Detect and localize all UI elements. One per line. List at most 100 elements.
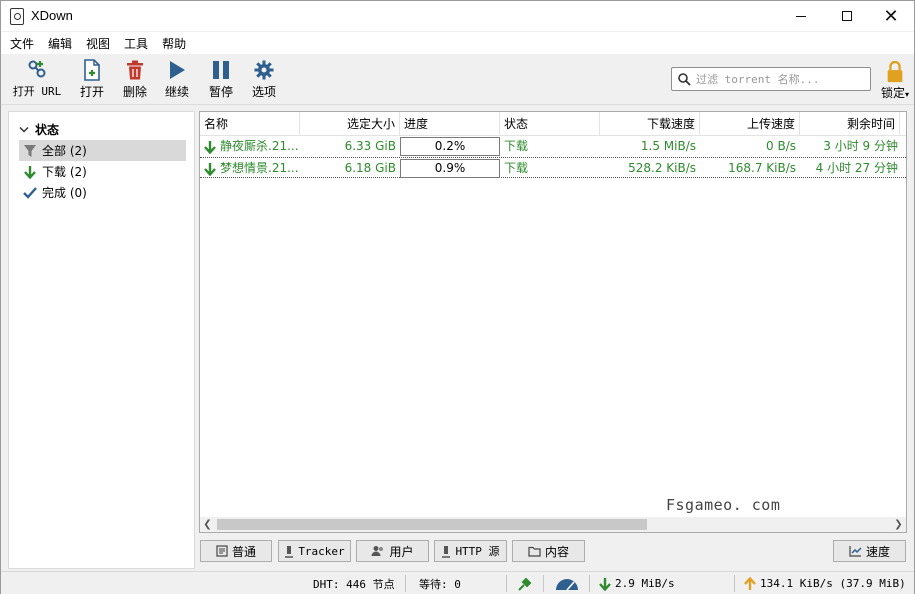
tab-speed[interactable]: 速度 xyxy=(833,540,906,562)
minimize-button[interactable] xyxy=(778,1,824,31)
tracker-icon xyxy=(284,545,294,558)
menu-tools[interactable]: 工具 xyxy=(118,32,154,54)
tab-content[interactable]: 内容 xyxy=(512,540,585,562)
watermark-text: Fsgameo. com xyxy=(666,496,781,514)
scroll-left-icon[interactable]: ❮ xyxy=(200,517,215,532)
row-progress: 0.9% xyxy=(400,159,500,178)
column-header-size[interactable]: 选定大小 xyxy=(300,112,400,136)
minimize-icon xyxy=(796,15,806,17)
speed-limit-icon[interactable] xyxy=(554,572,580,594)
menu-bar: 文件 编辑 视图 工具 帮助 xyxy=(1,32,914,54)
tab-speed-label: 速度 xyxy=(865,544,890,559)
status-separator xyxy=(734,575,735,592)
title-bar: XDown ✕ xyxy=(1,1,914,31)
chart-line-icon xyxy=(849,545,862,557)
dht-status: DHT: 446 节点 xyxy=(313,577,395,591)
table-row[interactable]: 静夜厮杀.21... 6.33 GiB 0.2% 下载 1.5 MiB/s 0 … xyxy=(200,136,906,157)
trash-icon xyxy=(126,59,144,81)
row-eta: 4 小时 27 分钟 xyxy=(815,161,898,175)
row-name: 梦想情景.21... xyxy=(220,161,299,175)
source-icon xyxy=(441,545,451,558)
sidebar-item-all[interactable]: 全部 (2) xyxy=(19,140,186,161)
sidebar-item-label: 完成 (0) xyxy=(42,186,87,200)
tab-tracker-label: Tracker xyxy=(298,544,345,558)
open-file-button[interactable]: 打开 xyxy=(74,59,110,101)
app-logo-icon xyxy=(10,8,24,25)
sidebar-item-completed[interactable]: 完成 (0) xyxy=(19,182,186,203)
sidebar-item-downloading[interactable]: 下载 (2) xyxy=(19,161,186,182)
column-header-down-speed[interactable]: 下载速度 xyxy=(600,112,700,136)
upload-speed-status: 134.1 KiB/s (37.9 MiB) xyxy=(744,572,906,594)
row-size: 6.18 GiB xyxy=(344,161,396,175)
download-arrow-icon xyxy=(22,165,38,179)
close-icon: ✕ xyxy=(883,5,899,27)
column-header-eta[interactable]: 剩余时间 xyxy=(800,112,900,136)
row-up-speed: 168.7 KiB/s xyxy=(728,161,796,175)
chevron-down-icon xyxy=(19,123,29,137)
connection-status-icon[interactable] xyxy=(517,572,533,594)
close-button[interactable]: ✕ xyxy=(868,1,914,31)
chevron-down-icon: ▾ xyxy=(905,90,910,99)
status-separator xyxy=(405,575,406,592)
document-icon xyxy=(216,545,228,557)
app-window: XDown ✕ 文件 编辑 视图 工具 帮助 打开 URL 打开 删除 继续 暂… xyxy=(0,0,915,594)
status-sidebar: 状态 全部 (2) 下载 (2) 完成 (0) xyxy=(8,111,195,569)
tab-peers-label: 用户 xyxy=(389,544,414,559)
delete-label: 删除 xyxy=(122,85,147,99)
scroll-right-icon[interactable]: ❯ xyxy=(891,517,906,532)
search-input[interactable] xyxy=(696,70,866,88)
open-url-button[interactable]: 打开 URL xyxy=(10,59,64,101)
gear-icon xyxy=(254,59,274,81)
menu-file[interactable]: 文件 xyxy=(4,32,40,54)
resume-button[interactable]: 继续 xyxy=(159,59,195,101)
options-button[interactable]: 选项 xyxy=(246,59,282,101)
open-file-label: 打开 xyxy=(79,85,104,99)
lock-icon xyxy=(887,61,903,83)
maximize-button[interactable] xyxy=(824,1,870,31)
link-icon xyxy=(26,59,48,81)
users-icon xyxy=(371,545,385,557)
row-down-speed: 528.2 KiB/s xyxy=(628,161,696,175)
tab-http-sources[interactable]: HTTP 源 xyxy=(434,540,507,562)
row-down-speed: 1.5 MiB/s xyxy=(640,139,696,153)
tab-general-label: 普通 xyxy=(231,544,256,559)
row-size: 6.33 GiB xyxy=(344,139,396,153)
table-row[interactable]: 梦想情景.21... 6.18 GiB 0.9% 下载 528.2 KiB/s … xyxy=(200,157,906,178)
horizontal-scrollbar[interactable]: ❮ ❯ xyxy=(200,517,906,532)
row-progress: 0.2% xyxy=(400,137,500,156)
tab-peers[interactable]: 用户 xyxy=(356,540,429,562)
menu-view[interactable]: 视图 xyxy=(80,32,116,54)
upload-arrow-icon xyxy=(744,576,756,591)
column-header-progress[interactable]: 进度 xyxy=(400,112,500,136)
torrent-list: 名称 选定大小 进度 状态 下载速度 上传速度 剩余时间 静夜厮杀.21... … xyxy=(199,111,907,533)
lock-button[interactable]: 锁定▾ xyxy=(877,61,913,101)
menu-help[interactable]: 帮助 xyxy=(156,32,192,54)
menu-edit[interactable]: 编辑 xyxy=(42,32,78,54)
options-label: 选项 xyxy=(251,85,276,99)
status-separator xyxy=(589,575,590,592)
download-speed-value: 2.9 MiB/s xyxy=(615,577,675,590)
search-icon xyxy=(678,73,691,86)
toolbar: 打开 URL 打开 删除 继续 暂停 选项 过滤 torrent 名称... 锁… xyxy=(1,55,914,105)
tab-tracker[interactable]: Tracker xyxy=(278,540,351,562)
folder-icon xyxy=(528,546,541,557)
list-header: 名称 选定大小 进度 状态 下载速度 上传速度 剩余时间 xyxy=(200,112,906,136)
scrollbar-thumb[interactable] xyxy=(217,519,647,530)
row-status: 下载 xyxy=(504,161,529,175)
column-header-name[interactable]: 名称 xyxy=(200,112,300,136)
pause-button[interactable]: 暂停 xyxy=(203,59,239,101)
lock-text: 锁定 xyxy=(880,86,905,100)
lock-label: 锁定▾ xyxy=(881,84,909,101)
delete-button[interactable]: 删除 xyxy=(117,59,153,101)
tab-general[interactable]: 普通 xyxy=(200,540,272,562)
search-box xyxy=(671,67,871,91)
column-header-up-speed[interactable]: 上传速度 xyxy=(700,112,800,136)
row-eta: 3 小时 9 分钟 xyxy=(823,139,898,153)
sidebar-header[interactable]: 状态 xyxy=(19,121,59,138)
download-arrow-icon xyxy=(204,162,216,176)
row-up-speed: 0 B/s xyxy=(766,139,796,153)
window-title: XDown xyxy=(31,8,73,23)
column-header-status[interactable]: 状态 xyxy=(500,112,600,136)
checkmark-icon xyxy=(22,186,38,199)
resume-label: 继续 xyxy=(164,85,189,99)
